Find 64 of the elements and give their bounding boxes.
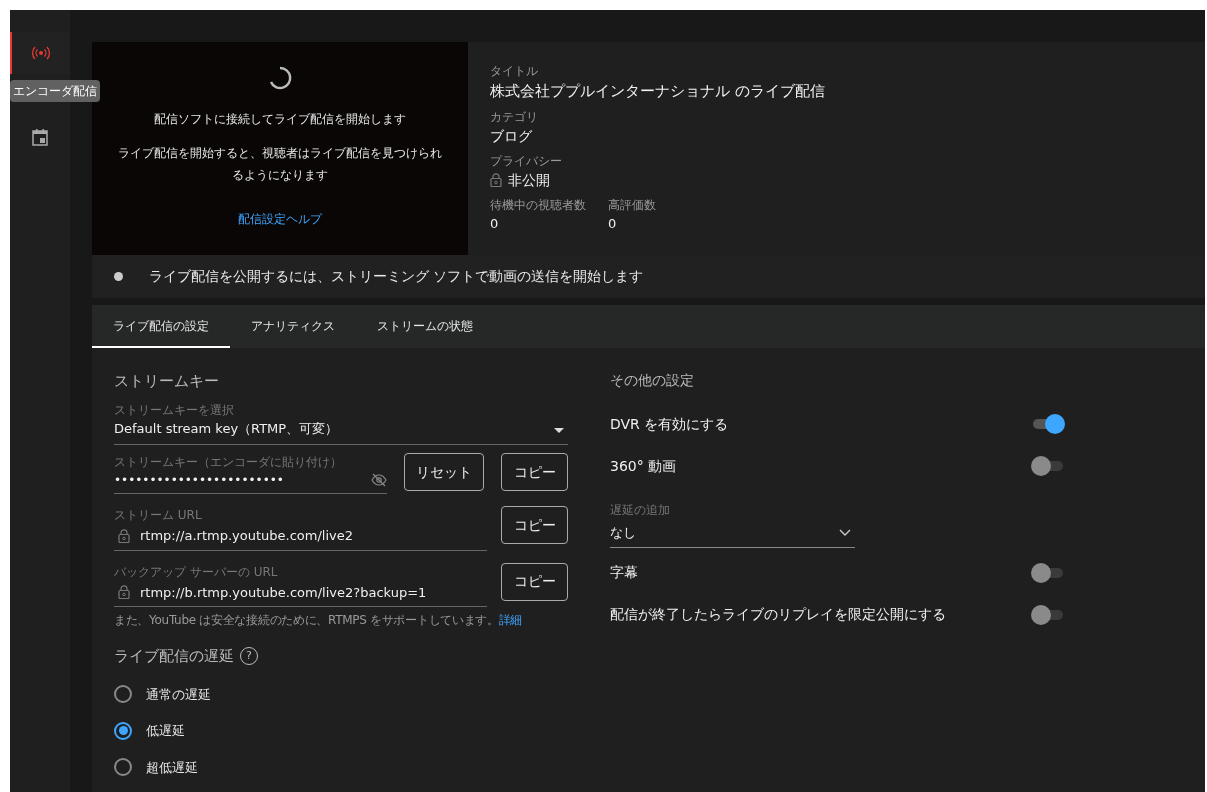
field-label: ストリームキーを選択 xyxy=(114,401,235,419)
section-heading: その他の設定 xyxy=(610,371,695,390)
radio-label: 低遅延 xyxy=(146,722,185,740)
field-label: プライバシー xyxy=(490,152,563,170)
tab[interactable]: アナリティクス xyxy=(230,305,356,348)
setting-label: 360° 動画 xyxy=(610,456,677,476)
field-value: 非公開 xyxy=(508,170,550,190)
rtmps-note: また、YouTube は安全な接続のために、RTMPS をサポートしています。詳細 xyxy=(114,612,524,629)
radio-button[interactable] xyxy=(114,721,132,740)
copy-button[interactable]: コピー xyxy=(501,506,568,544)
help-link[interactable]: 配信設定ヘルプ xyxy=(238,210,322,228)
radio-button[interactable] xyxy=(114,685,132,704)
toggle-switch[interactable] xyxy=(1031,456,1065,476)
field-value: •••••••••••••••••••••••• xyxy=(114,472,284,489)
tooltip: エンコーダ配信 xyxy=(10,80,100,102)
field-label: タイトル xyxy=(490,63,539,80)
setting-label: DVR を有効にする xyxy=(610,414,729,434)
stat-label: 待機中の視聴者数 xyxy=(490,196,586,214)
section-heading: ストリームキー xyxy=(114,371,220,392)
dropdown-arrow-icon xyxy=(554,428,564,433)
url-field[interactable]: ストリーム URL rtmp://a.rtmp.youtube.com/live2 xyxy=(114,506,487,551)
delay-select[interactable]: 遅延の追加 なし xyxy=(610,501,855,548)
field-label: バックアップ サーバーの URL xyxy=(114,563,279,581)
field-value: ブログ xyxy=(490,126,532,146)
stat-label: 高評価数 xyxy=(608,196,656,214)
toggle-switch[interactable] xyxy=(1031,414,1065,434)
field-value: rtmp://b.rtmp.youtube.com/live2?backup=1 xyxy=(140,583,427,602)
field-value: rtmp://a.rtmp.youtube.com/live2 xyxy=(140,527,354,545)
loading-spinner-icon xyxy=(268,66,292,90)
lock-icon xyxy=(118,585,130,600)
field-label: ストリームキー（エンコーダに貼り付け） xyxy=(114,454,343,471)
reset-button[interactable]: リセット xyxy=(403,453,484,491)
toggle-switch[interactable] xyxy=(1031,604,1065,625)
chevron-down-icon xyxy=(839,529,851,537)
field-value: Default stream key（RTMP、可変） xyxy=(114,419,339,438)
lock-icon xyxy=(490,173,502,187)
section-heading: ライブ配信の遅延 xyxy=(114,646,234,667)
field-label: カテゴリ xyxy=(490,108,539,126)
eye-off-icon[interactable] xyxy=(370,473,387,487)
radio-button[interactable] xyxy=(114,758,132,777)
radio-label: 通常の遅延 xyxy=(146,685,211,704)
preview-description: ライブ配信を開始すると、視聴者はライブ配信を見つけられるようになります xyxy=(117,145,443,184)
preview-message: 配信ソフトに接続してライブ配信を開始します xyxy=(154,111,406,128)
status-message: ライブ配信を公開するには、ストリーミング ソフトで動画の送信を開始します xyxy=(149,267,644,286)
details-link[interactable]: 詳細 xyxy=(498,613,523,627)
stat-value: 0 xyxy=(490,214,500,233)
lock-icon xyxy=(118,528,130,543)
calendar-icon xyxy=(32,128,48,146)
stream-key-field[interactable]: ストリームキー（エンコーダに貼り付け） •••••••••••••••••••••••• xyxy=(114,453,387,494)
copy-button[interactable]: コピー xyxy=(501,453,568,491)
broadcast-icon xyxy=(31,46,51,60)
stat-value: 0 xyxy=(608,214,618,233)
field-label: ストリーム URL xyxy=(114,507,203,524)
setting-label: 字幕 xyxy=(610,563,638,582)
stream-key-select[interactable]: ストリームキーを選択 Default stream key（RTMP、可変） xyxy=(114,400,568,445)
tab[interactable]: ストリームの状態 xyxy=(356,305,494,348)
field-label: 遅延の追加 xyxy=(610,502,671,519)
field-value: 株式会社ププルインターナショナル のライブ配信 xyxy=(490,81,825,102)
copy-button[interactable]: コピー xyxy=(501,562,568,601)
setting-label: 配信が終了したらライブのリプレイを限定公開にする xyxy=(610,605,946,624)
field-value: なし xyxy=(610,524,636,542)
radio-label: 超低遅延 xyxy=(146,758,198,777)
toggle-switch[interactable] xyxy=(1031,562,1065,583)
url-field[interactable]: バックアップ サーバーの URL rtmp://b.rtmp.youtube.com/live2?backup=1 xyxy=(114,562,487,607)
